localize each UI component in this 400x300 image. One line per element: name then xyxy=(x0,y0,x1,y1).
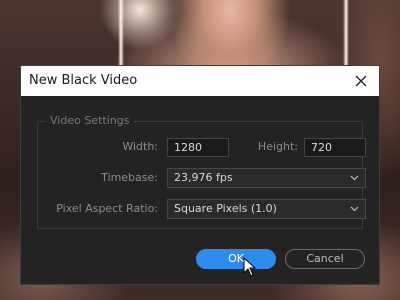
height-label: Height: xyxy=(257,140,298,153)
height-field[interactable]: 720 xyxy=(304,138,366,157)
pixel-aspect-ratio-label: Pixel Aspect Ratio: xyxy=(56,202,158,215)
width-label: Width: xyxy=(122,140,158,153)
timebase-select[interactable]: 23,976 fps xyxy=(167,168,366,188)
timebase-value: 23,976 fps xyxy=(174,171,233,184)
mouse-cursor-icon xyxy=(243,257,257,277)
chevron-down-icon xyxy=(350,206,359,212)
dialog-titlebar: New Black Video xyxy=(21,66,379,96)
background-light-bar xyxy=(118,0,124,66)
ok-button[interactable]: OK xyxy=(196,249,276,269)
close-icon xyxy=(355,75,367,87)
close-button[interactable] xyxy=(351,71,371,91)
background-light-bar xyxy=(343,0,349,66)
new-black-video-dialog: New Black Video Video Settings Width: 12… xyxy=(20,65,380,285)
width-field[interactable]: 1280 xyxy=(167,138,229,157)
video-settings-group: Video Settings Width: 1280 Height: 720 T… xyxy=(37,114,366,229)
chevron-down-icon xyxy=(350,175,359,181)
cancel-button[interactable]: Cancel xyxy=(285,249,365,269)
pixel-aspect-ratio-value: Square Pixels (1.0) xyxy=(174,202,277,215)
dialog-title: New Black Video xyxy=(29,73,138,88)
timebase-label: Timebase: xyxy=(101,171,158,184)
video-settings-legend: Video Settings xyxy=(46,114,134,127)
pixel-aspect-ratio-select[interactable]: Square Pixels (1.0) xyxy=(167,199,366,219)
